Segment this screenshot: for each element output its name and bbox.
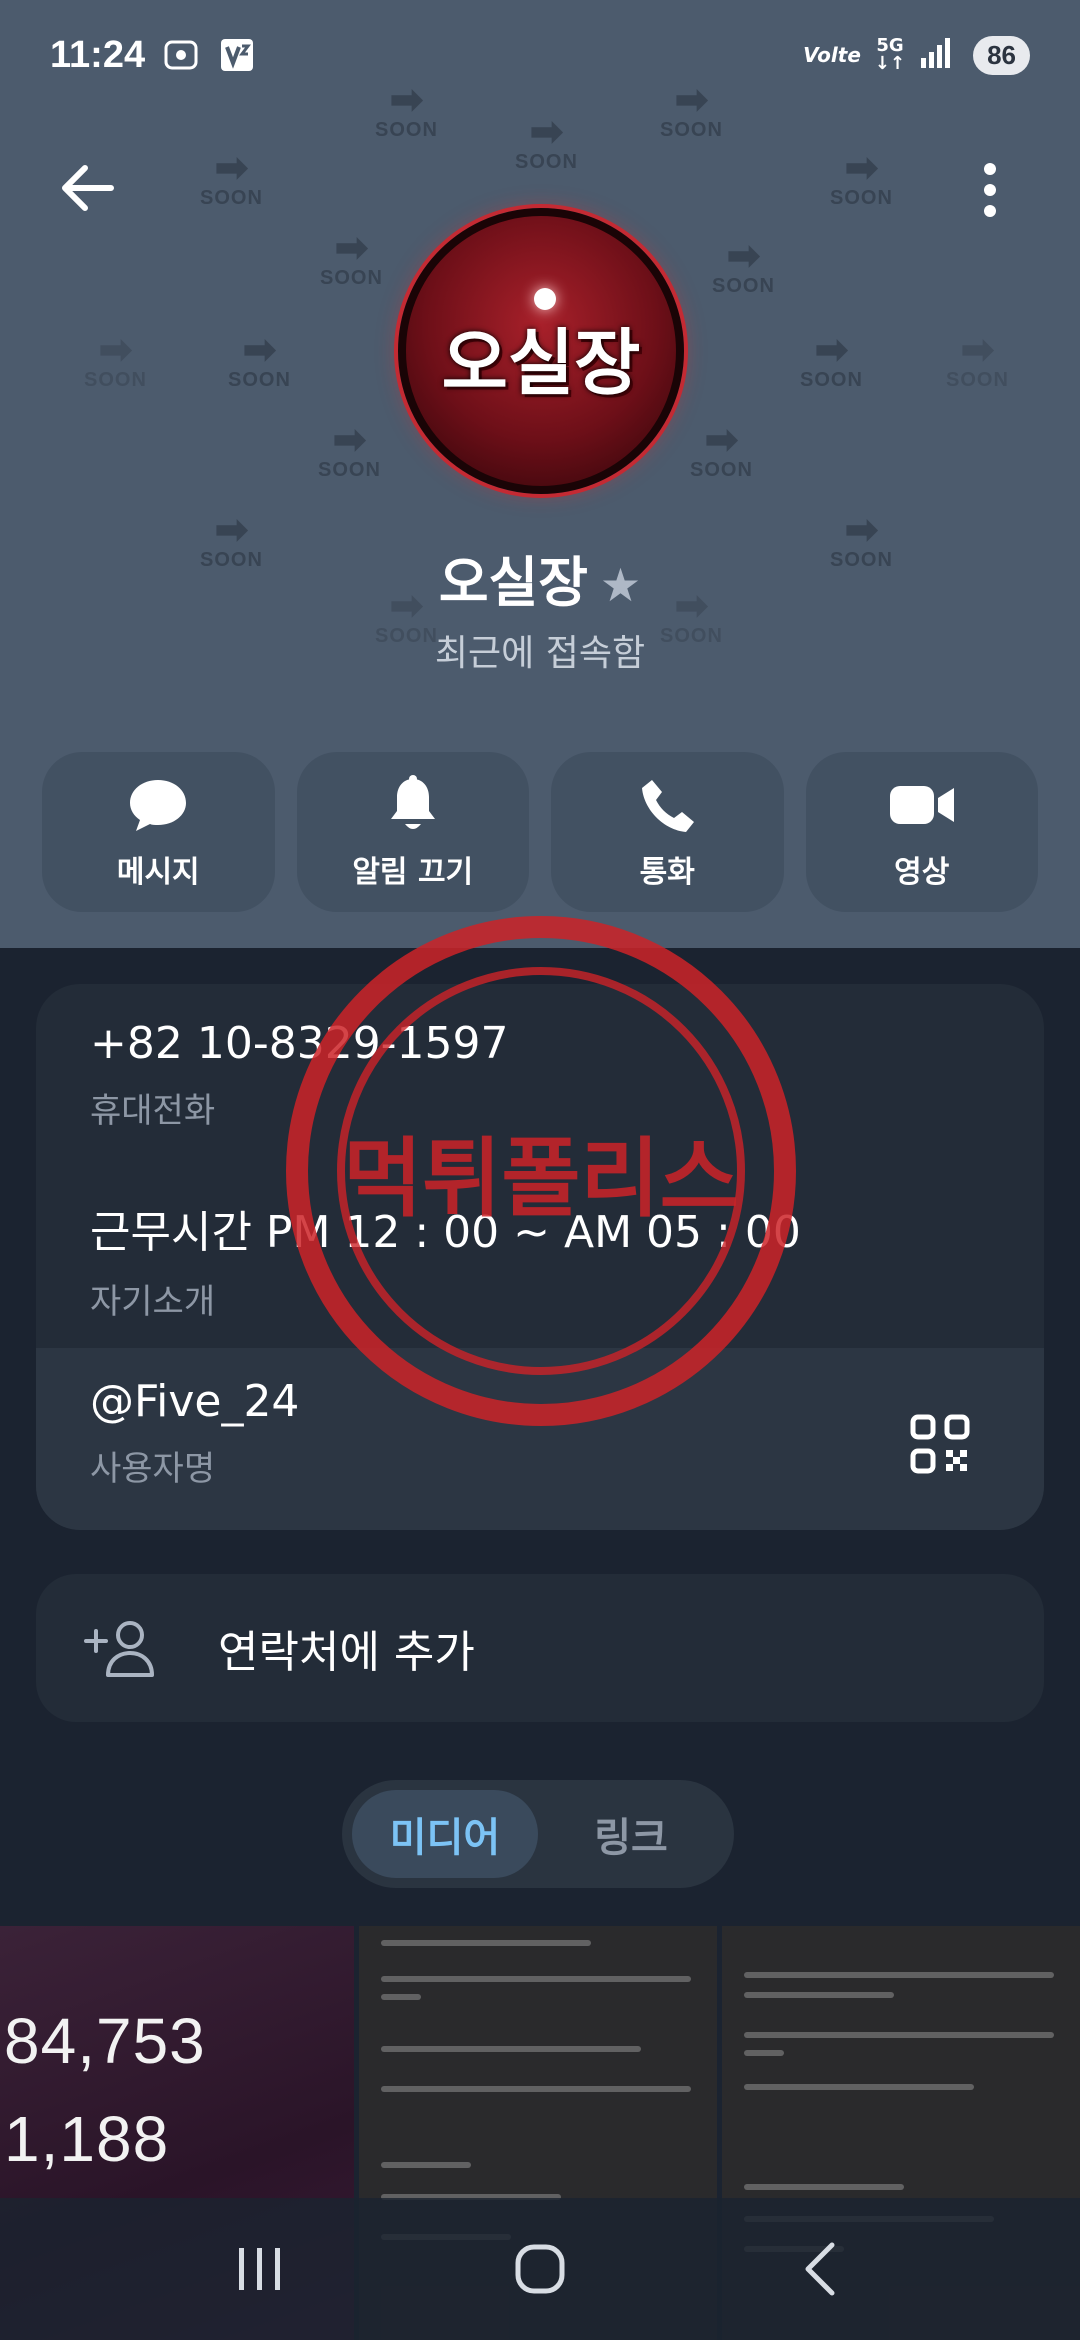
screenshot-icon [161,37,201,73]
soon-pattern-mark: ➡ SOON [228,328,291,391]
status-right: Volte 5G ↓↑ 86 [803,35,1030,75]
soon-pattern-mark: ➡ SOON [946,328,1009,391]
last-seen-status: 최근에 접속함 [434,633,646,674]
recent-apps-button[interactable] [215,2229,305,2309]
video-label: 영상 [894,855,950,890]
thumbnail-number: 1,188 [4,2103,170,2175]
qr-code-button[interactable] [902,1406,978,1482]
soon-pattern-mark: ➡ SOON [84,328,147,391]
back-button[interactable] [52,158,122,218]
more-options-button[interactable] [960,155,1020,225]
video-call-button[interactable]: 영상 [805,752,1038,912]
home-button[interactable] [495,2229,585,2309]
bio-label: 자기소개 [90,1282,216,1322]
soon-pattern-mark: ➡ SOON [712,234,775,297]
soon-pattern-mark: ➡ SOON [515,110,578,173]
qr-code-icon [910,1414,970,1474]
chat-bubble-icon [127,773,189,837]
soon-pattern-mark: ➡ SOON [830,146,893,209]
tab-media[interactable]: 미디어 [352,1790,538,1878]
avatar-logo-text: 오실장 [441,320,641,405]
phone-label: 휴대전화 [90,1091,216,1131]
phone-icon [638,773,696,837]
profile-header: ➡ SOON ➡ SOON ➡ SOON ➡ SOON ➡ SOON ➡ SOON ➡ SOON ➡ SOON… [0,0,1080,948]
info-card: +82 10-8329-1597 휴대전화 근무시간 PM 12 : 00 ~ … [36,984,1044,1530]
add-contact-label: 연락처에 추가 [218,1627,475,1678]
avatar-moon [534,288,556,310]
bio-text: 근무시간 PM 12 : 00 ~ AM 05 : 00 [90,1207,801,1258]
phone-row[interactable]: +82 10-8329-1597 휴대전화 [90,1018,509,1132]
bio-row[interactable]: 근무시간 PM 12 : 00 ~ AM 05 : 00 자기소개 [90,1196,801,1323]
star-icon: ★ [599,558,642,612]
call-label: 통화 [639,855,695,890]
action-buttons: 메시지 알림 끄기 통화 영상 [42,752,1038,912]
message-button[interactable]: 메시지 [42,752,275,912]
tab-links[interactable]: 링크 [538,1790,724,1878]
profile-name-text: 오실장 [438,551,588,614]
system-navigation-bar [0,2198,1080,2340]
username-row[interactable]: @Five_24 사용자명 [90,1376,299,1490]
status-time: 11:24 [50,33,146,76]
system-back-button[interactable] [775,2229,865,2309]
username-text[interactable]: @Five_24 [90,1376,299,1427]
battery-indicator: 86 [973,35,1030,75]
soon-pattern-mark: ➡ SOON [320,226,383,289]
soon-pattern-mark: ➡ SOON [690,418,753,481]
thumbnail-number: 84,753 [4,2005,206,2077]
mute-button[interactable]: 알림 끄기 [296,752,529,912]
recent-apps-icon [239,2248,280,2290]
soon-pattern-mark: ➡ SOON [200,146,263,209]
volte-indicator: Volte [803,43,861,67]
profile-avatar[interactable]: 오실장 [398,208,684,494]
app-notification-icon [217,37,257,73]
more-vertical-icon [984,163,996,217]
bell-icon [387,773,439,837]
username-label: 사용자명 [90,1449,216,1489]
profile-name: 오실장 ★ [0,538,1080,617]
call-button[interactable]: 통화 [551,752,784,912]
phone-number[interactable]: +82 10-8329-1597 [90,1018,509,1069]
add-to-contacts-button[interactable]: 연락처에 추가 [36,1574,1044,1722]
media-tabs: 미디어 링크 [342,1780,734,1888]
signal-icon [919,36,953,74]
status-bar: 11:24 Volte 5G ↓↑ 86 [0,0,1080,110]
network-type-indicator: 5G ↓↑ [874,35,906,74]
mute-label: 알림 끄기 [352,855,474,890]
message-label: 메시지 [116,855,200,890]
video-camera-icon [888,773,956,837]
chevron-left-icon [805,2242,835,2296]
soon-pattern-mark: ➡ SOON [800,328,863,391]
home-icon [515,2244,565,2294]
soon-pattern-mark: ➡ SOON [318,418,381,481]
arrow-left-icon [62,165,114,211]
add-person-icon [84,1619,194,1677]
